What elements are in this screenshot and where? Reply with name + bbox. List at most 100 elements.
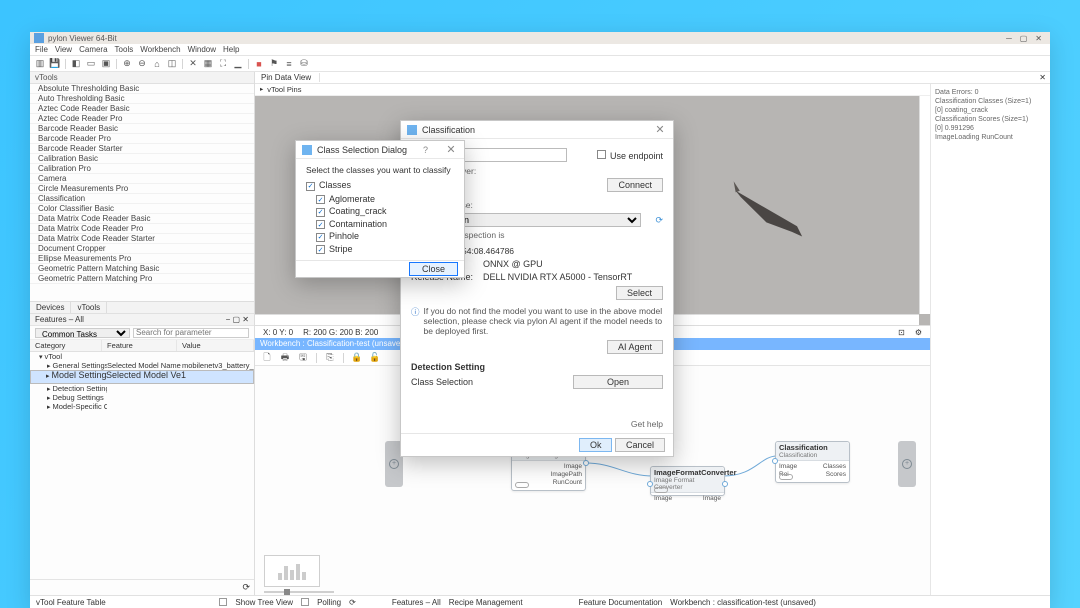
feature-search-input[interactable]: [133, 328, 249, 338]
menu-workbench[interactable]: Workbench: [140, 45, 180, 54]
close-icon[interactable]: ✕: [1031, 34, 1046, 43]
col-feature[interactable]: Feature: [102, 340, 177, 351]
vtool-item[interactable]: Barcode Reader Starter: [30, 144, 254, 154]
vtool-item[interactable]: Data Matrix Code Reader Basic: [30, 214, 254, 224]
feature-row[interactable]: General SettingsSelected Model Namemobil…: [30, 361, 254, 370]
tool-flag-icon[interactable]: ⚑: [268, 58, 280, 70]
features-close-icon[interactable]: − ▢ ✕: [226, 314, 249, 325]
tool-hist-icon[interactable]: ▁: [232, 58, 244, 70]
min-icon[interactable]: ─: [1002, 34, 1016, 43]
ai-agent-button[interactable]: AI Agent: [607, 340, 663, 354]
wb-print-icon[interactable]: 🖶: [279, 352, 291, 364]
class-checkbox-item[interactable]: ✓Stripe: [316, 244, 454, 255]
menu-camera[interactable]: Camera: [79, 45, 107, 54]
wb-save-icon[interactable]: 🖫: [297, 352, 309, 364]
wb-copy-icon[interactable]: ⎘: [324, 352, 336, 364]
node-image-converter[interactable]: ImageFormatConverterImage Format Convert…: [650, 466, 725, 496]
pin-subtab[interactable]: vTool Pins: [267, 84, 301, 95]
vtool-item[interactable]: Document Cropper: [30, 244, 254, 254]
menu-tools[interactable]: Tools: [115, 45, 134, 54]
tool-save-icon[interactable]: 💾: [49, 58, 61, 70]
common-tasks-select[interactable]: Common Tasks: [35, 328, 130, 338]
model-refresh-icon[interactable]: ⟳: [655, 215, 663, 226]
tool-fullscreen-icon[interactable]: ⛶: [217, 58, 229, 70]
vtool-item[interactable]: Barcode Reader Pro: [30, 134, 254, 144]
tool-db-icon[interactable]: ⛁: [298, 58, 310, 70]
status-recipe[interactable]: Recipe Management: [449, 598, 523, 607]
view-settings-icon[interactable]: ⚙: [915, 328, 922, 337]
tool-zoom-out-icon[interactable]: ⊖: [136, 58, 148, 70]
canvas-navigator[interactable]: [264, 555, 320, 587]
class-checkbox-item[interactable]: ✓Coating_crack: [316, 206, 454, 217]
vtool-item[interactable]: Data Matrix Code Reader Starter: [30, 234, 254, 244]
class-checkbox-item[interactable]: ✓Pinhole: [316, 231, 454, 242]
status-wb[interactable]: Workbench : classification-test (unsaved…: [670, 598, 816, 607]
menu-help[interactable]: Help: [223, 45, 239, 54]
menu-view[interactable]: View: [55, 45, 72, 54]
tool-wb-icon[interactable]: ≡: [283, 58, 295, 70]
select-button[interactable]: Select: [616, 286, 663, 300]
vtool-item[interactable]: Data Matrix Code Reader Pro: [30, 224, 254, 234]
tool-snap-icon[interactable]: ◧: [70, 58, 82, 70]
get-help-link[interactable]: Get help: [631, 419, 663, 429]
class-checkbox-item[interactable]: ✓Aglomerate: [316, 194, 454, 205]
view-zoom-fit-icon[interactable]: ⊡: [898, 328, 905, 337]
status-feat-doc[interactable]: Feature Documentation: [579, 598, 663, 607]
class-checkbox-item[interactable]: ✓Contamination: [316, 219, 454, 230]
classes-group-checkbox[interactable]: ✓Classes: [306, 180, 454, 191]
pin-close-icon[interactable]: ✕: [1035, 73, 1050, 82]
tool-zoom-fit-icon[interactable]: ⌂: [151, 58, 163, 70]
tab-vtools[interactable]: vTools: [71, 302, 107, 313]
tool-grid-icon[interactable]: ▦: [202, 58, 214, 70]
connect-button[interactable]: Connect: [607, 178, 663, 192]
tool-record-icon[interactable]: ■: [253, 58, 265, 70]
polling-checkbox[interactable]: [301, 598, 309, 606]
class-dialog-help-icon[interactable]: ?: [419, 145, 432, 155]
pin-data-tab[interactable]: Pin Data View: [255, 73, 320, 82]
col-value[interactable]: Value: [177, 340, 254, 351]
feature-row[interactable]: vTool: [30, 352, 254, 361]
use-endpoint-checkbox[interactable]: Use endpoint: [597, 150, 663, 161]
vtools-tab[interactable]: vTools: [30, 72, 254, 84]
wb-new-icon[interactable]: 🗋: [261, 352, 273, 364]
class-close-button[interactable]: Close: [409, 262, 458, 276]
wb-lock-icon[interactable]: 🔒: [351, 352, 363, 364]
vtool-item[interactable]: Geometric Pattern Matching Pro: [30, 274, 254, 284]
tool-stop-icon[interactable]: ▣: [100, 58, 112, 70]
vtool-item[interactable]: Ellipse Measurements Pro: [30, 254, 254, 264]
vtool-item[interactable]: Barcode Reader Basic: [30, 124, 254, 134]
show-tree-checkbox[interactable]: [219, 598, 227, 606]
polling-refresh-icon[interactable]: ⟳: [349, 598, 356, 607]
output-port-pad[interactable]: +: [898, 441, 916, 487]
cancel-button[interactable]: Cancel: [615, 438, 665, 452]
tool-open-icon[interactable]: ▥: [34, 58, 46, 70]
node-classification[interactable]: ClassificationClassification ImageClasse…: [775, 441, 850, 483]
tab-devices[interactable]: Devices: [30, 302, 71, 313]
feature-row[interactable]: Model SettingsSelected Model Version1: [30, 370, 254, 384]
ok-button[interactable]: Ok: [579, 438, 613, 452]
vtool-item[interactable]: Geometric Pattern Matching Basic: [30, 264, 254, 274]
tool-zoom-100-icon[interactable]: ◫: [166, 58, 178, 70]
menu-file[interactable]: File: [35, 45, 48, 54]
tool-zoom-in-icon[interactable]: ⊕: [121, 58, 133, 70]
status-feat-table[interactable]: vTool Feature Table: [36, 598, 106, 607]
vtool-item[interactable]: Aztec Code Reader Basic: [30, 104, 254, 114]
vtool-item[interactable]: Camera: [30, 174, 254, 184]
vtool-item[interactable]: Classification: [30, 194, 254, 204]
vtool-item[interactable]: Auto Thresholding Basic: [30, 94, 254, 104]
vtools-list[interactable]: Absolute Thresholding BasicAuto Threshol…: [30, 84, 254, 302]
vtool-item[interactable]: Circle Measurements Pro: [30, 184, 254, 194]
vtool-item[interactable]: Calibration Basic: [30, 154, 254, 164]
vtool-item[interactable]: Aztec Code Reader Pro: [30, 114, 254, 124]
vtool-item[interactable]: Color Classifier Basic: [30, 204, 254, 214]
dialog-close-icon[interactable]: ✕: [653, 123, 667, 136]
feature-row[interactable]: Model-Specific Conf...: [30, 402, 254, 411]
status-feat-all[interactable]: Features – All: [392, 598, 441, 607]
feature-row[interactable]: Debug Settings: [30, 393, 254, 402]
open-button[interactable]: Open: [573, 375, 663, 389]
refresh-icon[interactable]: ⟳: [242, 582, 250, 593]
feature-row[interactable]: Detection Settings: [30, 384, 254, 393]
vtool-item[interactable]: Calibration Pro: [30, 164, 254, 174]
wb-unlock-icon[interactable]: 🔓: [369, 352, 381, 364]
class-dialog-close-icon[interactable]: ✕: [444, 143, 458, 156]
